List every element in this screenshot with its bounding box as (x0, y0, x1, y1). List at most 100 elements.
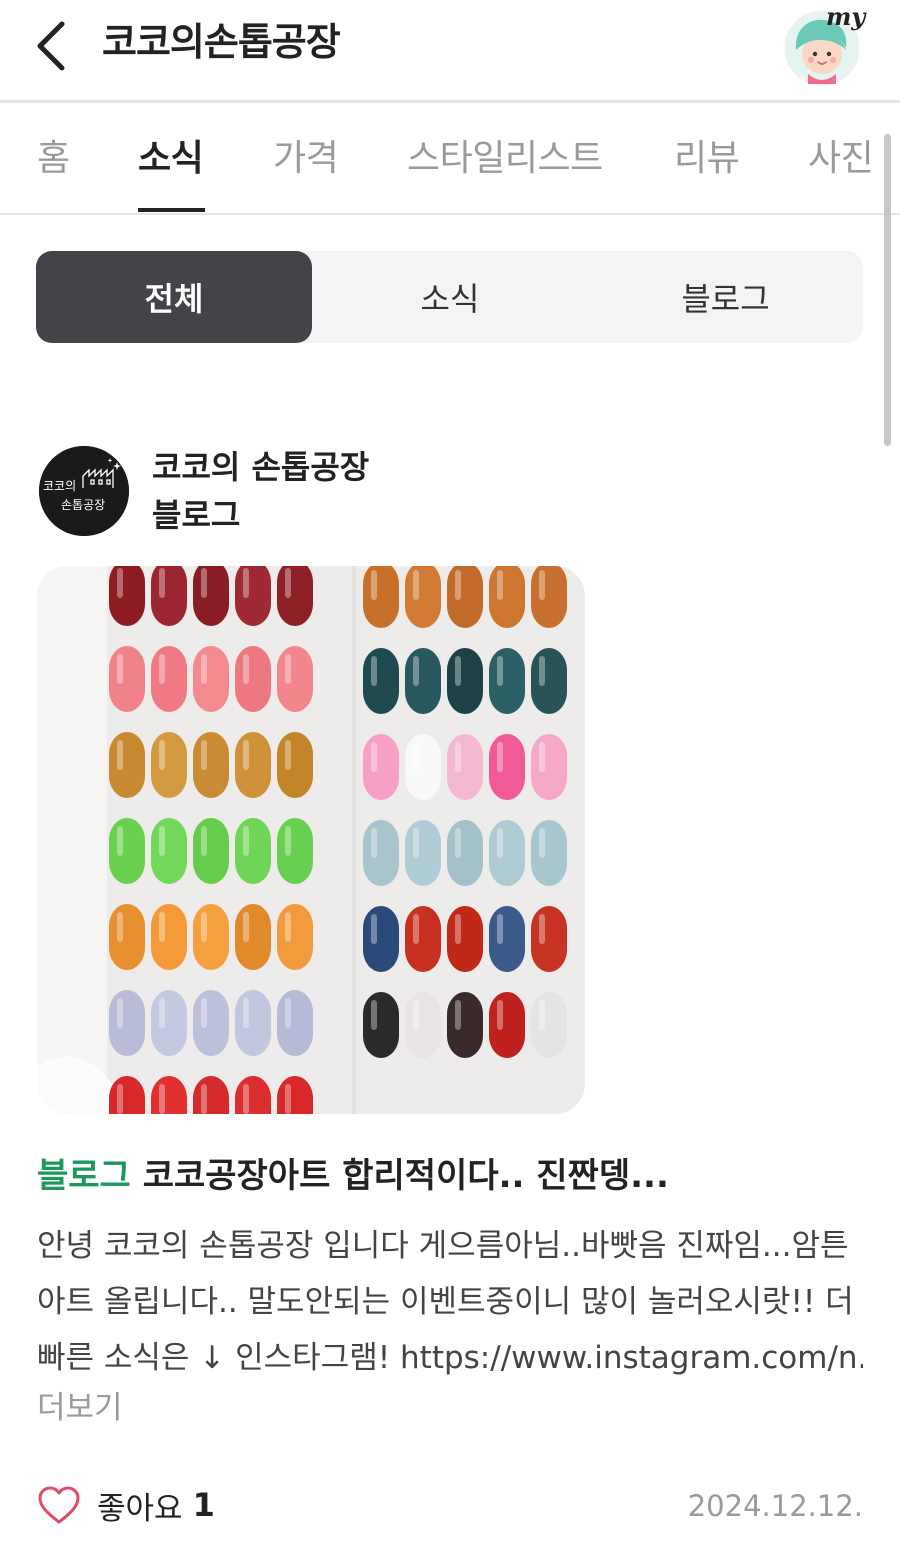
nail-tip (235, 990, 271, 1056)
nail-shine (117, 826, 123, 856)
nail-shine (539, 828, 545, 858)
post-date: 2024.12.12. (687, 1489, 863, 1523)
nail-shine (243, 826, 249, 856)
nail-tip (193, 818, 229, 884)
nail-shine (455, 1000, 461, 1030)
nail-shine (243, 1084, 249, 1114)
nail-tip (405, 566, 441, 628)
nail-tip (151, 566, 187, 626)
nail-tip (531, 820, 567, 886)
filter-blog-button[interactable]: 블로그 (588, 251, 863, 343)
nail-tip (109, 990, 145, 1056)
nail-shine (497, 914, 503, 944)
nail-shine (413, 656, 419, 686)
like-button[interactable]: 좋아요 1 (37, 1482, 215, 1528)
post-title[interactable]: 블로그 코코공장아트 합리적이다.. 진짠뎅... (37, 1153, 867, 1199)
my-profile-button[interactable]: my (782, 2, 865, 86)
nail-tip (489, 906, 525, 972)
nail-tip (235, 818, 271, 884)
nail-tip (363, 566, 399, 628)
author-logo[interactable]: 코코의 손톱공장 (39, 446, 129, 536)
filter-segmented-control: 전체 소식 블로그 (36, 251, 863, 343)
nail-tip (531, 734, 567, 800)
nail-shine (371, 1000, 377, 1030)
nail-tip (235, 732, 271, 798)
like-label: 좋아요 (97, 1490, 183, 1527)
nail-tip (193, 990, 229, 1056)
nail-shine (497, 742, 503, 772)
scrollbar[interactable] (884, 134, 891, 446)
post-image[interactable] (37, 566, 585, 1114)
nail-shine (285, 654, 291, 684)
heart-icon (38, 1486, 80, 1524)
nail-shine (413, 1000, 419, 1030)
nail-tip (151, 732, 187, 798)
app-header: 코코의손톱공장 my (0, 0, 900, 103)
nail-shine (117, 1084, 123, 1114)
nail-tip (447, 820, 483, 886)
post-title-tag: 블로그 (37, 1156, 131, 1196)
nail-tip (235, 566, 271, 626)
tab-stylist[interactable]: 스타일리스트 (407, 135, 603, 183)
filter-all-button[interactable]: 전체 (36, 251, 312, 343)
author-name[interactable]: 코코의 손톱공장 (152, 446, 369, 488)
nail-shine (497, 570, 503, 600)
nail-tip (151, 646, 187, 712)
nail-tip (489, 820, 525, 886)
back-button[interactable] (30, 18, 74, 74)
nail-shine (371, 828, 377, 858)
nail-shine (243, 912, 249, 942)
nail-shine (243, 998, 249, 1028)
nail-tip (489, 648, 525, 714)
page-title: 코코의손톱공장 (102, 20, 341, 64)
filter-news-button[interactable]: 소식 (312, 251, 588, 343)
nail-shine (117, 568, 123, 598)
like-count: 1 (192, 1486, 215, 1524)
nail-tip (151, 990, 187, 1056)
read-more-link[interactable]: 더보기 (37, 1385, 123, 1431)
nail-tip (277, 646, 313, 712)
nail-tip (193, 646, 229, 712)
display-divider (352, 566, 356, 1114)
nail-tip (447, 566, 483, 628)
nail-tip (193, 732, 229, 798)
nail-tip (109, 646, 145, 712)
nail-tip (447, 734, 483, 800)
nail-shine (285, 568, 291, 598)
nail-shine (243, 568, 249, 598)
nail-tip (277, 904, 313, 970)
nail-shine (455, 914, 461, 944)
nail-shine (455, 828, 461, 858)
tab-news[interactable]: 소식 (138, 135, 204, 183)
nail-tip (151, 904, 187, 970)
nail-tip (109, 566, 145, 626)
tab-price[interactable]: 가격 (273, 135, 339, 183)
nail-tip (363, 906, 399, 972)
nail-tip (109, 818, 145, 884)
tab-home[interactable]: 홈 (37, 135, 70, 183)
nail-tip (193, 566, 229, 626)
tab-photo[interactable]: 사진 (808, 135, 874, 183)
nail-shine (159, 1084, 165, 1114)
post-body-line: 안녕 코코의 손톱공장 입니다 게으름아님..바빳음 진짜임...암튼 (37, 1228, 849, 1264)
nail-shine (285, 1084, 291, 1114)
nail-shine (201, 912, 207, 942)
nail-tip (235, 904, 271, 970)
nail-shine (539, 570, 545, 600)
post-title-text: 코코공장아트 합리적이다.. 진짠뎅... (142, 1156, 669, 1196)
nail-shine (497, 656, 503, 686)
nail-shine (243, 654, 249, 684)
nail-shine (413, 828, 419, 858)
nail-shine (413, 914, 419, 944)
nail-shine (455, 570, 461, 600)
nail-shine (159, 998, 165, 1028)
nail-tip (363, 820, 399, 886)
nail-shine (285, 998, 291, 1028)
nail-shine (413, 742, 419, 772)
nail-shine (117, 998, 123, 1028)
nail-shine (285, 826, 291, 856)
tab-review[interactable]: 리뷰 (674, 135, 740, 183)
nail-shine (285, 912, 291, 942)
nail-tip (447, 992, 483, 1058)
nail-shine (539, 914, 545, 944)
